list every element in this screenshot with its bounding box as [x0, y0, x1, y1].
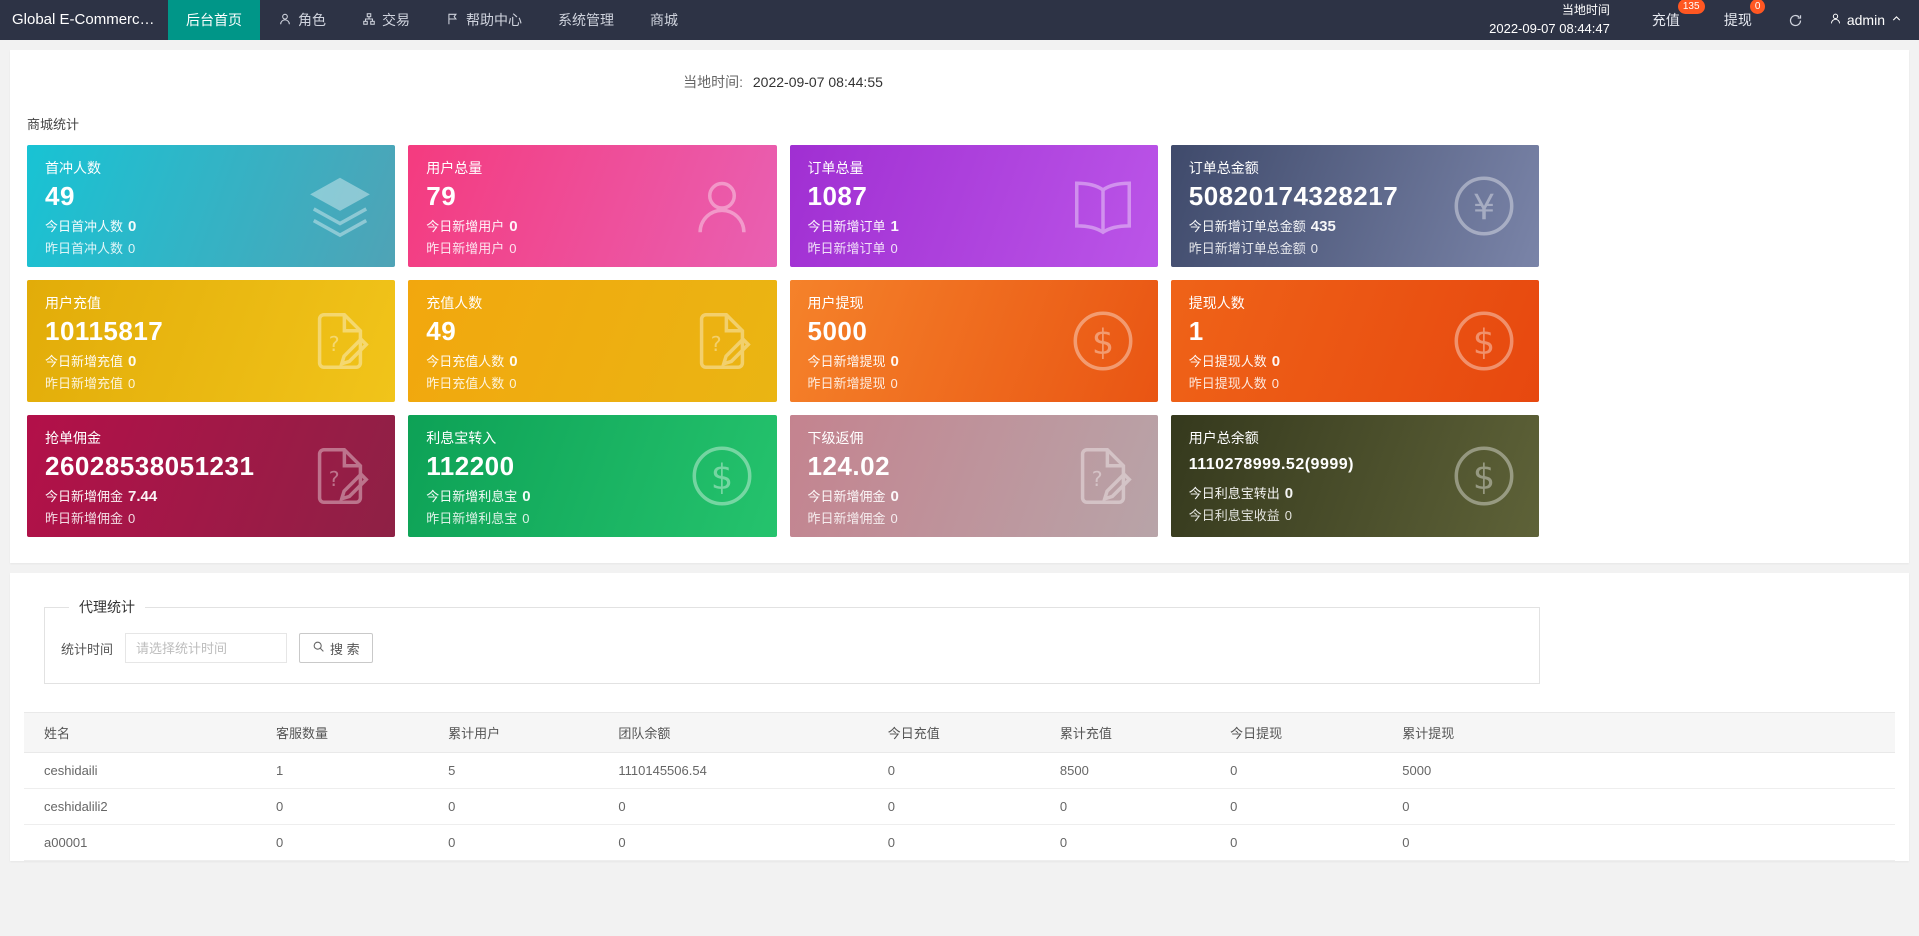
brand-title: Global E-Commerce... — [12, 11, 161, 28]
stat-time-label: 统计时间 — [61, 641, 114, 657]
section-title: 商城统计 — [27, 117, 80, 132]
nav-item-help-center[interactable]: 帮助中心 — [428, 0, 540, 40]
svg-text:¥: ¥ — [1473, 188, 1495, 228]
admin-user-icon — [1829, 12, 1842, 28]
nav-item-system[interactable]: 系统管理 — [540, 0, 632, 40]
nav-item-label: 后台首页 — [186, 12, 242, 28]
stat-card-total-orders: 订单总量 1087 今日新增订单 1 昨日新增订单 0 — [789, 145, 1158, 267]
table-header-row: 姓名 客服数量 累计用户 团队余额 今日充值 累计充值 今日提现 累计提现 — [24, 712, 1895, 753]
svg-text:$: $ — [1092, 323, 1114, 363]
top-navbar: Global E-Commerce... 后台首页 角色 交易 帮助中心 系统管… — [0, 0, 1919, 40]
col-today-recharge: 今日充值 — [867, 712, 1040, 753]
stat-card-grid: 首冲人数 49 今日首冲人数 0 昨日首冲人数 0 用户总量 79 今日新增用户 0 … — [27, 145, 1539, 537]
svg-text:$: $ — [1473, 323, 1495, 363]
nav-item-roles[interactable]: 角色 — [260, 0, 344, 40]
yen-icon: ¥ — [1449, 171, 1519, 241]
flag-icon — [446, 12, 460, 29]
stat-card-user-withdraw: 用户提现 5000 今日新增提现 0 昨日新增提现 0 $ — [789, 280, 1158, 402]
admin-menu[interactable]: admin — [1829, 12, 1903, 28]
user-icon — [278, 12, 292, 29]
stat-card-first-recharge-users: 首冲人数 49 今日首冲人数 0 昨日首冲人数 0 — [27, 145, 396, 267]
agent-legend: 代理统计 — [79, 599, 135, 615]
col-service-count: 客服数量 — [256, 712, 429, 753]
table-row: ceshidaili 1 5 1110145506.54 0 8500 0 50… — [24, 752, 1895, 789]
recharge-link[interactable]: 充值 135 — [1644, 0, 1705, 30]
dollar-icon: $ — [687, 441, 757, 511]
stat-card-interest-transfer-in: 利息宝转入 112200 今日新增利息宝 0 昨日新增利息宝 0 $ — [408, 415, 777, 537]
agent-fieldset: 代理统计 统计时间 搜 索 — [44, 597, 1540, 684]
svg-text:?: ? — [329, 467, 340, 491]
edit-doc-icon: ? — [687, 306, 757, 376]
col-name: 姓名 — [24, 712, 256, 753]
nav-item-label: 帮助中心 — [466, 12, 522, 28]
current-time-label: 当地时间: — [683, 74, 743, 90]
table-row: a00001 0 0 0 0 0 0 0 — [24, 824, 1895, 861]
dollar-icon: $ — [1449, 306, 1519, 376]
col-today-withdraw: 今日提现 — [1210, 712, 1383, 753]
user-icon — [687, 171, 757, 241]
agent-table: 姓名 客服数量 累计用户 团队余额 今日充值 累计充值 今日提现 累计提现 ce… — [24, 712, 1895, 861]
svg-text:?: ? — [710, 332, 721, 356]
book-icon — [1068, 171, 1138, 241]
stat-card-order-total-amount: 订单总金额 50820174328217 今日新增订单总金额 435 昨日新增订单… — [1170, 145, 1539, 267]
chevron-up-icon — [1890, 12, 1903, 28]
nav-item-dashboard[interactable]: 后台首页 — [168, 0, 260, 40]
svg-text:$: $ — [710, 458, 732, 498]
overview-panel: 当地时间: 2022-09-07 08:44:55 商城统计 首冲人数 49 今… — [10, 50, 1909, 563]
nav-item-label: 交易 — [382, 12, 410, 28]
table-row: ceshidalili2 0 0 0 0 0 0 0 — [24, 788, 1895, 825]
stat-card-sub-rebate: 下级返佣 124.02 今日新增佣金 0 昨日新增佣金 0 ? — [789, 415, 1158, 537]
local-time-value: 2022-09-07 08:44:47 — [1489, 21, 1610, 37]
navbar-right: 当地时间 2022-09-07 08:44:47 充值 135 提现 0 adm… — [1469, 0, 1919, 40]
search-button[interactable]: 搜 索 — [299, 633, 373, 663]
dollar-icon: $ — [1449, 441, 1519, 511]
admin-username: admin — [1846, 12, 1885, 28]
agent-panel: 代理统计 统计时间 搜 索 姓名 客服数量 累计用户 团队余额 — [10, 573, 1909, 861]
edit-doc-icon: ? — [1068, 441, 1138, 511]
stat-card-withdraw-users: 提现人数 1 今日提现人数 0 昨日提现人数 0 $ — [1170, 280, 1539, 402]
nav-item-label: 商城 — [650, 12, 678, 28]
agent-filter-row: 统计时间 搜 索 — [61, 633, 1523, 663]
dollar-icon: $ — [1068, 306, 1138, 376]
nav-item-label: 系统管理 — [558, 12, 614, 28]
col-team-balance: 团队余额 — [598, 712, 868, 753]
col-total-withdraw: 累计提现 — [1382, 712, 1895, 753]
edit-doc-icon: ? — [305, 441, 375, 511]
nav-item-trade[interactable]: 交易 — [344, 0, 428, 40]
recharge-badge: 135 — [1677, 0, 1705, 14]
svg-text:?: ? — [329, 332, 340, 356]
svg-text:?: ? — [1091, 467, 1102, 491]
withdraw-label: 提现 — [1723, 12, 1752, 28]
col-total-users: 累计用户 — [428, 712, 599, 753]
stat-card-user-total-balance: 用户总余额 1110278999.52(9999) 今日利息宝转出 0 今日利息宝… — [1170, 415, 1539, 537]
refresh-icon[interactable] — [1788, 13, 1803, 28]
stat-card-grab-commission: 抢单佣金 26028538051231 今日新增佣金 7.44 昨日新增佣金 0 ? — [27, 415, 396, 537]
recharge-label: 充值 — [1651, 12, 1680, 28]
col-total-recharge: 累计充值 — [1039, 712, 1211, 753]
current-time-line: 当地时间: 2022-09-07 08:44:55 — [27, 68, 1539, 92]
navbar-local-time: 当地时间 2022-09-07 08:44:47 — [1469, 1, 1630, 40]
withdraw-badge: 0 — [1749, 0, 1766, 14]
current-time-value: 2022-09-07 08:44:55 — [752, 74, 883, 90]
trade-icon — [362, 12, 376, 29]
stat-card-recharge-users: 充值人数 49 今日充值人数 0 昨日充值人数 0 ? — [408, 280, 777, 402]
layers-icon — [305, 171, 375, 241]
edit-doc-icon: ? — [305, 306, 375, 376]
withdraw-link[interactable]: 提现 0 — [1716, 0, 1766, 30]
stat-time-input[interactable] — [125, 633, 288, 663]
svg-text:$: $ — [1473, 458, 1495, 498]
stat-card-total-users: 用户总量 79 今日新增用户 0 昨日新增用户 0 — [408, 145, 777, 267]
stat-card-user-recharge: 用户充值 10115817 今日新增充值 0 昨日新增充值 0 ? — [27, 280, 396, 402]
page: Global E-Commerce... 后台首页 角色 交易 帮助中心 系统管… — [0, 0, 1919, 936]
nav-item-label: 角色 — [298, 12, 326, 28]
nav-item-mall[interactable]: 商城 — [632, 0, 696, 40]
local-time-label: 当地时间 — [1561, 2, 1610, 17]
search-icon — [312, 640, 325, 656]
